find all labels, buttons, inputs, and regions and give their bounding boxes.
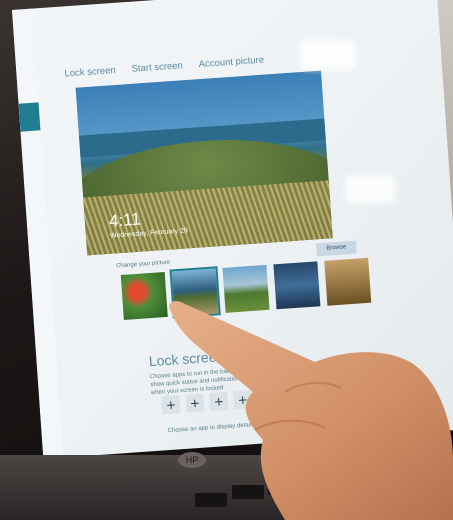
photo-scene: Lock screen Start screen Account picture… [0, 0, 453, 520]
lock-screen-preview: 4:11 Wednesday, February 29 [75, 70, 333, 256]
browse-button[interactable]: Browse [316, 240, 357, 257]
tab-start-screen[interactable]: Start screen [131, 60, 183, 75]
pointing-hand [169, 301, 453, 520]
change-picture-label: Change your picture [115, 259, 171, 270]
preview-time: 4:11 [108, 209, 142, 231]
thumbnail-dry-grass[interactable] [324, 257, 372, 306]
screen-glare [345, 175, 395, 203]
tab-lock-screen[interactable]: Lock screen [64, 65, 116, 80]
thumbnail-flower[interactable] [120, 271, 168, 320]
sidebar-selected-item[interactable] [18, 102, 41, 132]
screen-glare [300, 40, 355, 70]
tab-account-picture[interactable]: Account picture [198, 55, 264, 71]
